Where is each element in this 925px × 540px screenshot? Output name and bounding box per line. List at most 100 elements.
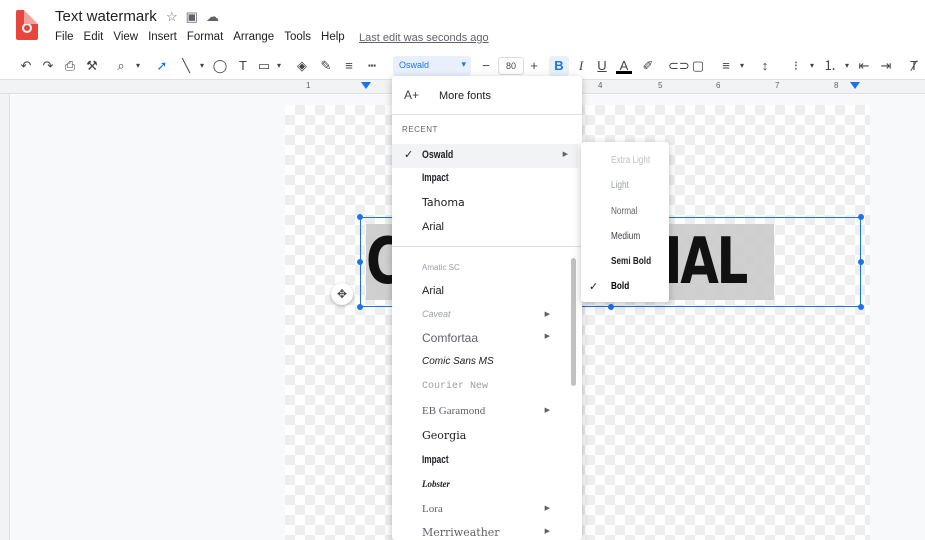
font-family-value: Oswald	[399, 60, 430, 70]
font-option-georgia[interactable]: Georgia	[392, 424, 578, 448]
font-option-courier-new[interactable]: Courier New	[392, 376, 578, 400]
paint-format-icon[interactable]: ⚒	[84, 57, 100, 75]
font-option-tahoma[interactable]: Tahoma	[392, 191, 578, 215]
weight-option-light[interactable]: Light	[581, 174, 669, 198]
zoom-icon[interactable]: ⌕	[113, 57, 129, 75]
print-icon[interactable]: ⎙	[62, 57, 78, 75]
menu-format[interactable]: Format	[187, 31, 223, 43]
font-option-oswald[interactable]: ✓ Oswald ▶	[392, 144, 578, 168]
weight-option-medium[interactable]: Medium	[581, 225, 669, 249]
menu-help[interactable]: Help	[321, 31, 345, 43]
font-size-input[interactable]: 80	[498, 57, 524, 75]
font-option-lobster[interactable]: Lobster	[392, 474, 578, 498]
border-color-icon[interactable]: ✎	[318, 57, 334, 75]
star-icon[interactable]: ☆	[166, 9, 178, 25]
font-option-lora[interactable]: Lora ▶	[392, 498, 578, 522]
border-weight-icon[interactable]: ≡	[341, 57, 357, 75]
numbered-list-icon[interactable]: ⒈	[822, 57, 838, 75]
border-dash-icon[interactable]: ┅	[364, 57, 380, 75]
document-title[interactable]: Text watermark	[55, 8, 157, 25]
last-edit-link[interactable]: Last edit was seconds ago	[359, 32, 489, 44]
weight-option-extra-light[interactable]: Extra Light	[581, 149, 669, 173]
vertical-ruler[interactable]	[0, 94, 10, 540]
menu-divider	[392, 246, 582, 247]
more-fonts-item[interactable]: A+ More fonts	[392, 84, 582, 110]
bulleted-list-icon[interactable]: ⁝	[788, 57, 804, 75]
font-option-comfortaa[interactable]: Comfortaa ▶	[392, 326, 578, 350]
menu-tools[interactable]: Tools	[284, 31, 311, 43]
weight-option-bold[interactable]: ✓ Bold	[581, 275, 669, 299]
text-color-icon[interactable]: A	[616, 57, 632, 74]
weight-option-label: Bold	[611, 281, 630, 292]
slides-logo-icon[interactable]	[16, 10, 38, 40]
font-option-label: Comfortaa	[422, 331, 479, 345]
submenu-arrow-icon: ▶	[544, 505, 550, 512]
clear-formatting-icon[interactable]: Ⱦ	[906, 57, 922, 75]
font-option-merriweather[interactable]: Merriweather ▶	[392, 521, 578, 540]
zoom-dropdown-icon[interactable]: ▾	[130, 57, 146, 75]
ruler-right-indent-marker[interactable]	[850, 82, 860, 89]
select-cursor-icon[interactable]: ➚	[154, 57, 170, 75]
font-option-amatic-sc[interactable]: Amatic SC	[392, 255, 578, 279]
font-weight-submenu: Extra Light Light Normal Medium Semi Bol…	[581, 142, 669, 302]
number-dropdown-icon[interactable]: ▾	[839, 57, 855, 75]
decrease-font-size-button[interactable]: −	[478, 57, 494, 75]
bold-button[interactable]: B	[549, 56, 569, 76]
resize-handle[interactable]	[858, 259, 864, 265]
resize-handle[interactable]	[357, 304, 363, 310]
resize-handle[interactable]	[858, 214, 864, 220]
resize-handle[interactable]	[357, 214, 363, 220]
undo-icon[interactable]: ↶	[18, 57, 34, 75]
weight-option-semi-bold[interactable]: Semi Bold	[581, 250, 669, 274]
image-dropdown-icon[interactable]: ▾	[271, 57, 287, 75]
image-icon[interactable]: ▭	[256, 57, 272, 75]
cloud-status-icon[interactable]: ☁	[206, 9, 219, 25]
italic-button[interactable]: I	[573, 57, 589, 75]
font-option-impact[interactable]: Impact	[392, 167, 578, 191]
font-option-eb-garamond[interactable]: EB Garamond ▶	[392, 400, 578, 424]
menu-view[interactable]: View	[113, 31, 138, 43]
add-comment-icon[interactable]: ▢	[690, 57, 706, 75]
weight-option-label: Extra Light	[611, 155, 651, 166]
menu-file[interactable]: File	[55, 31, 74, 43]
menu-scrollbar[interactable]	[571, 258, 576, 386]
highlight-color-icon[interactable]: ✐	[640, 57, 656, 75]
increase-indent-icon[interactable]: ⇥	[878, 57, 894, 75]
menu-insert[interactable]: Insert	[148, 31, 177, 43]
resize-handle[interactable]	[608, 304, 614, 310]
menu-arrange[interactable]: Arrange	[233, 31, 274, 43]
move-handle-icon[interactable]: ✥	[331, 283, 353, 305]
weight-option-normal[interactable]: Normal	[581, 200, 669, 224]
menu-bar: File Edit View Insert Format Arrange Too…	[55, 31, 355, 43]
font-option-label: Amatic SC	[422, 263, 460, 272]
shape-icon[interactable]: ◯	[212, 57, 228, 75]
font-option-arial-2[interactable]: Arial	[392, 280, 578, 304]
font-option-label: Merriweather	[422, 526, 500, 539]
chevron-down-icon: ▾	[461, 59, 466, 69]
fill-color-icon[interactable]: ◈	[294, 57, 310, 75]
font-option-impact-2[interactable]: Impact	[392, 449, 578, 473]
line-dropdown-icon[interactable]: ▾	[194, 57, 210, 75]
line-icon[interactable]: ╲	[178, 57, 194, 75]
submenu-arrow-icon: ▶	[544, 333, 550, 340]
align-dropdown-icon[interactable]: ▾	[734, 57, 750, 75]
resize-handle[interactable]	[357, 259, 363, 265]
text-box-icon[interactable]: T	[235, 57, 251, 75]
font-option-label: Georgia	[422, 429, 467, 442]
redo-icon[interactable]: ↷	[40, 57, 56, 75]
ruler-indent-marker[interactable]	[361, 82, 371, 89]
menu-edit[interactable]: Edit	[84, 31, 104, 43]
bullet-dropdown-icon[interactable]: ▾	[804, 57, 820, 75]
font-option-caveat[interactable]: Caveat ▶	[392, 304, 578, 328]
align-icon[interactable]: ≡	[718, 57, 734, 75]
decrease-indent-icon[interactable]: ⇤	[856, 57, 872, 75]
line-spacing-icon[interactable]: ↕	[757, 57, 773, 75]
font-option-comic-sans[interactable]: Comic Sans MS	[392, 351, 578, 375]
underline-button[interactable]: U	[594, 57, 610, 75]
increase-font-size-button[interactable]: +	[526, 57, 542, 75]
insert-link-icon[interactable]: ⊂⊃	[668, 57, 690, 75]
move-to-folder-icon[interactable]: ▣	[186, 9, 198, 25]
resize-handle[interactable]	[858, 304, 864, 310]
font-option-arial[interactable]: Arial	[392, 216, 578, 240]
font-family-select[interactable]: Oswald ▾	[393, 56, 471, 76]
